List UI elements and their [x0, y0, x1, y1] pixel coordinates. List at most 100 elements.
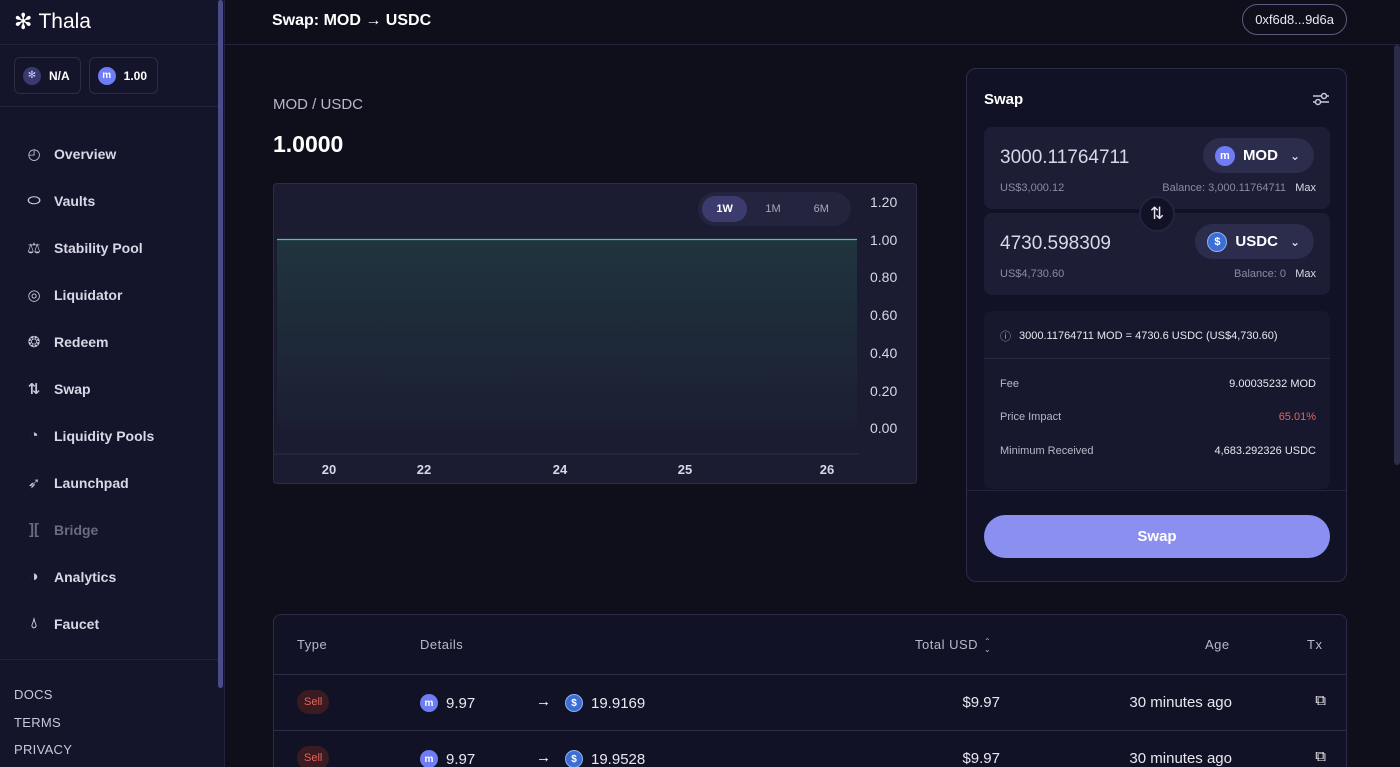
sidebar-item-liquidator[interactable]: ◎ Liquidator: [24, 271, 214, 318]
trades-table: Type Details Total USD ⌃ ⌄ Age Tx Sell m 9…: [273, 614, 1347, 767]
drop-icon: 💧︎: [30, 615, 37, 632]
to-token-select[interactable]: $ USDC ⌄: [1195, 224, 1314, 259]
rocket-icon: ➶: [27, 474, 41, 492]
external-link-icon[interactable]: ⧉: [1315, 748, 1326, 765]
external-link-icon[interactable]: ⧉: [1315, 692, 1326, 709]
y-tick-label: 0.00: [870, 420, 898, 436]
fee-row: Fee 9.00035232 MOD: [1000, 378, 1316, 390]
sidebar-item-label: Vaults: [54, 192, 96, 209]
y-tick-label: 0.80: [870, 269, 898, 285]
sidebar-item-label: Bridge: [54, 521, 99, 538]
sidebar-item-stability-pool[interactable]: ⚖ Stability Pool: [24, 224, 214, 271]
table-row[interactable]: Sell m 9.97 → $ 19.9528 $9.97 30 minutes…: [274, 730, 1346, 767]
usdc-token-icon: $: [565, 750, 583, 767]
thala-price-badge[interactable]: ✻ N/A: [14, 57, 81, 94]
liquidator-icon: ◎: [27, 286, 41, 304]
price-chart-svg: [274, 238, 859, 455]
swap-panel-divider: [967, 490, 1346, 491]
sidebar-item-swap[interactable]: ⇅ Swap: [24, 365, 214, 412]
from-amount-cell: m 9.97: [420, 694, 475, 712]
flip-tokens-button[interactable]: ⇅: [1139, 196, 1175, 232]
chevron-down-icon: ⌄: [1289, 148, 1300, 163]
sidebar-item-liquidity-pools[interactable]: ◔ Liquidity Pools: [24, 412, 214, 459]
arrow-right-icon: →: [536, 693, 551, 710]
sidebar-item-label: Stability Pool: [54, 239, 143, 256]
to-balance: Balance: 0: [1234, 268, 1286, 280]
chevron-down-icon: ⌄: [1289, 234, 1300, 249]
from-amount-input[interactable]: 3000.11764711: [1000, 147, 1129, 169]
privacy-link[interactable]: PRIVACY: [14, 742, 72, 767]
thala-logo[interactable]: ✻ Thala: [14, 9, 91, 34]
terms-link[interactable]: TERMS: [14, 715, 72, 743]
stability-pool-icon: ⚖: [27, 239, 41, 257]
sidebar-item-label: Faucet: [54, 615, 100, 632]
mod-price-badge[interactable]: m 1.00: [88, 57, 159, 94]
mod-price: 1.00: [123, 68, 148, 83]
column-header-details: Details: [420, 637, 464, 652]
total-usd: $9.97: [962, 694, 1000, 711]
timeframe-6m-button[interactable]: 6M: [799, 196, 844, 222]
swap-rate-text: 3000.11764711 MOD = 4730.6 USDC (US$4,73…: [1019, 330, 1278, 342]
timeframe-1w-button[interactable]: 1W: [702, 196, 748, 222]
to-max-button[interactable]: Max: [1295, 268, 1316, 280]
sidebar-scrollbar[interactable]: [218, 0, 223, 688]
table-row[interactable]: Sell m 9.97 → $ 19.9169 $9.97 30 minutes…: [274, 674, 1346, 730]
swap-quote-details: ⓘ 3000.11764711 MOD = 4730.6 USDC (US$4,…: [984, 311, 1330, 489]
y-tick-label: 1.20: [870, 194, 898, 210]
sidebar-item-overview[interactable]: ◴ Overview: [24, 130, 214, 177]
thala-token-icon: ✻: [23, 66, 41, 85]
sidebar-item-label: Liquidator: [54, 286, 123, 303]
x-tick-label: 24: [552, 462, 568, 477]
sidebar-item-label: Overview: [54, 145, 117, 162]
info-icon: ⓘ: [1000, 331, 1011, 343]
sidebar-item-label: Liquidity Pools: [54, 427, 155, 444]
price-impact-row: Price Impact 65.01%: [1000, 411, 1316, 423]
page-scrollbar[interactable]: [1394, 45, 1400, 465]
sidebar-item-label: Analytics: [54, 568, 117, 585]
x-tick-label: 22: [416, 462, 432, 477]
price-chart: 1W 1M 6M 1.20 1.00 0.80 0.60 0.40 0.20 0.00 20…: [273, 183, 917, 484]
usdc-token-icon: $: [565, 694, 583, 712]
thala-logo-icon: ✻: [14, 9, 33, 34]
swap-arrows-icon: ⇅: [1149, 204, 1165, 223]
y-tick-label: 0.60: [870, 307, 898, 323]
timeframe-selector: 1W 1M 6M: [698, 192, 851, 226]
column-header-tx: Tx: [1307, 637, 1323, 652]
to-token-label: USDC: [1235, 233, 1278, 250]
sidebar-item-faucet[interactable]: 💧︎ Faucet: [24, 600, 214, 647]
swap-button[interactable]: Swap: [984, 515, 1330, 558]
swap-panel-title: Swap: [984, 91, 1024, 108]
sidebar-item-launchpad[interactable]: ➶ Launchpad: [24, 459, 214, 506]
column-header-total[interactable]: Total USD ⌃ ⌄: [915, 637, 991, 654]
sidebar-nav: ◴ Overview ⬭ Vaults ⚖ Stability Pool ◎ L…: [24, 130, 214, 647]
settings-sliders-icon[interactable]: [1312, 91, 1330, 112]
wallet-address-button[interactable]: 0xf6d8...9d6a: [1242, 4, 1347, 35]
total-usd: $9.97: [962, 750, 1000, 767]
from-amount: 9.97: [446, 750, 476, 767]
swap-panel: Swap 3000.11764711 m MOD ⌄ US$3,000.12 B…: [966, 68, 1347, 582]
vault-icon: ⬭: [27, 192, 41, 209]
to-amount-input[interactable]: 4730.598309: [1000, 233, 1111, 255]
sidebar-item-analytics[interactable]: ◑ Analytics: [24, 553, 214, 600]
trade-type-badge: Sell: [297, 690, 330, 714]
token-price-badges: ✻ N/A m 1.00: [14, 57, 159, 94]
docs-link[interactable]: DOCS: [14, 687, 72, 715]
timeframe-1m-button[interactable]: 1M: [750, 196, 795, 222]
sidebar: ✻ Thala ✻ N/A m 1.00 ◴ Overview ⬭ Vaults…: [0, 0, 225, 767]
column-header-type: Type: [297, 637, 328, 652]
liquidity-pools-icon: ◔: [29, 427, 39, 444]
from-max-button[interactable]: Max: [1295, 182, 1316, 194]
sidebar-item-vaults[interactable]: ⬭ Vaults: [24, 177, 214, 224]
swap-icon: ⇅: [27, 380, 41, 398]
to-amount-cell: $ 19.9528: [565, 750, 645, 767]
swap-rate[interactable]: ⓘ 3000.11764711 MOD = 4730.6 USDC (US$4,…: [1000, 328, 1278, 344]
x-tick-label: 25: [677, 462, 693, 477]
from-balance: Balance: 3,000.11764711: [1162, 182, 1286, 194]
minimum-received-row: Minimum Received 4,683.292326 USDC: [1000, 445, 1316, 457]
mod-token-icon: m: [420, 694, 438, 712]
column-header-total-label: Total USD: [915, 637, 979, 652]
price-impact-label: Price Impact: [1000, 411, 1062, 423]
sidebar-divider: [0, 44, 218, 45]
sidebar-item-redeem[interactable]: ❂ Redeem: [24, 318, 214, 365]
from-token-select[interactable]: m MOD ⌄: [1202, 138, 1314, 173]
